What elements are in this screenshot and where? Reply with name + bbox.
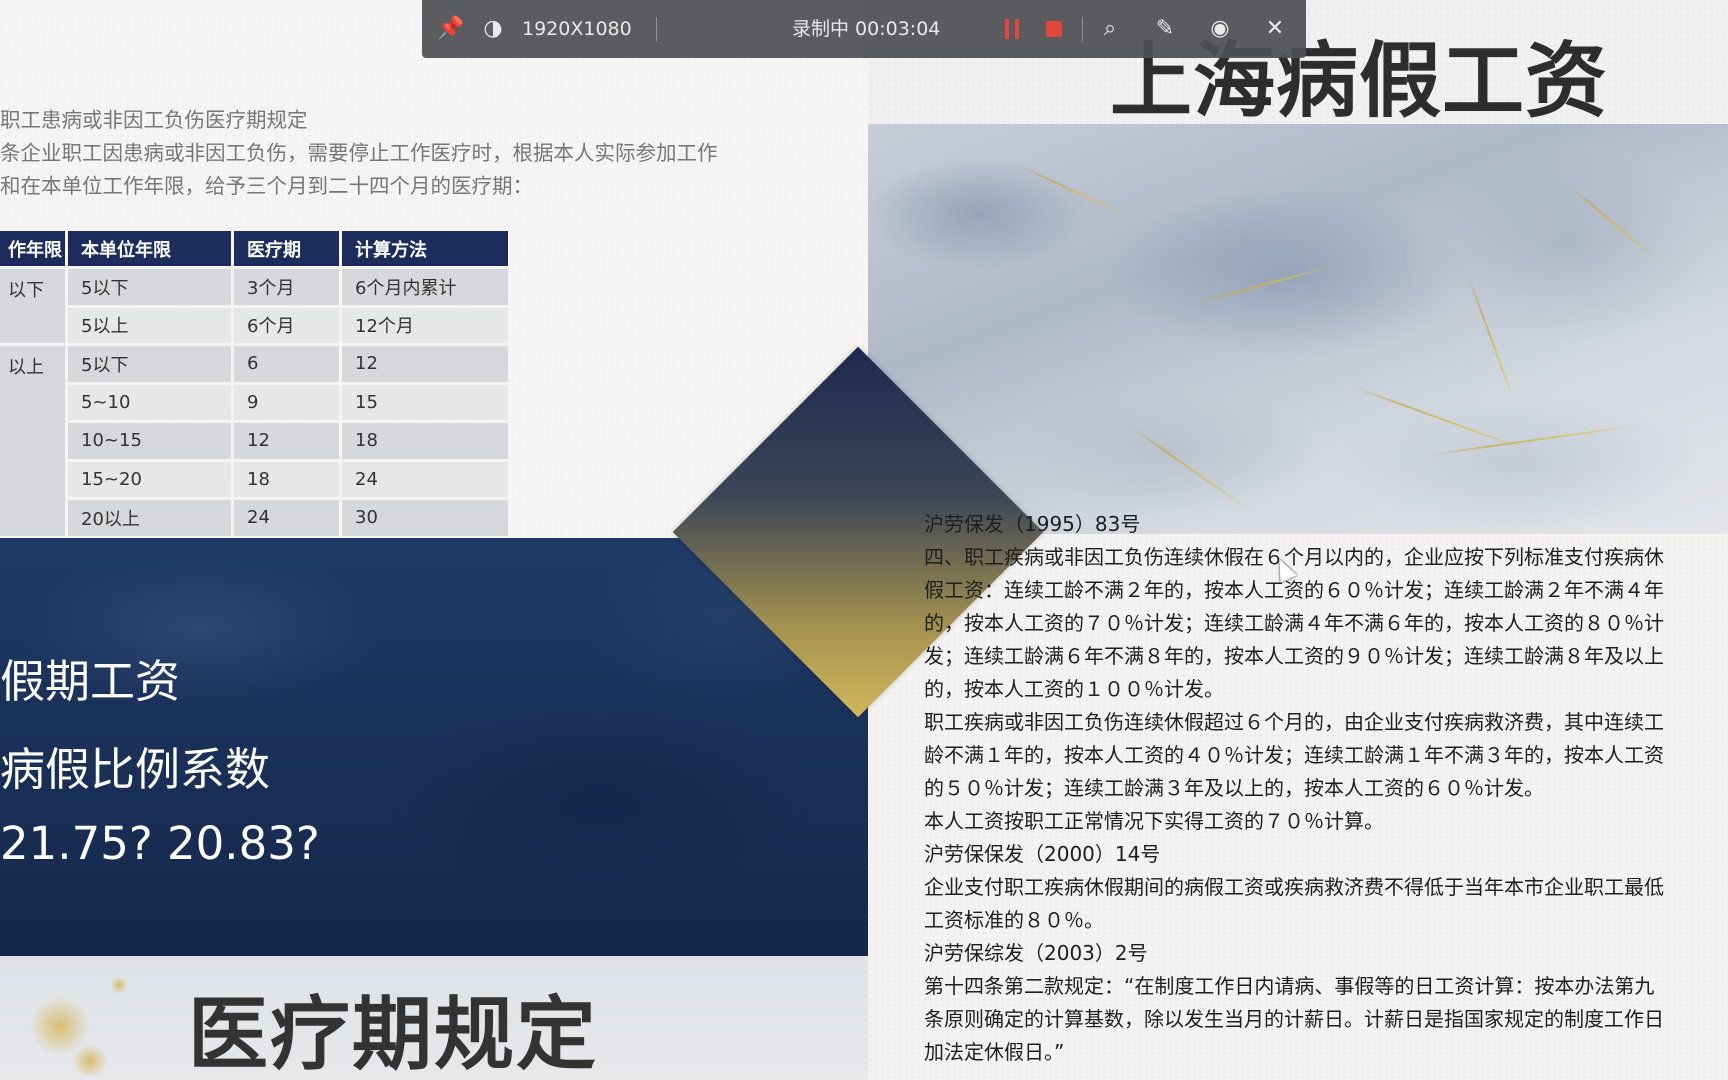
table-header-row: 作年限 本单位年限 医疗期 计算方法: [0, 231, 508, 266]
paragraph-line: 条企业职工因患病或非因工负伤，需要停止工作医疗时，根据本人实际参加工作: [0, 141, 718, 165]
table-row: 以下 5以下 3个月 6个月内累计: [0, 269, 508, 343]
regulation-text: 沪劳保发（1995）83号 四、职工疾病或非因工负伤连续休假在６个月以内的，企业…: [924, 508, 1728, 1070]
table-row: 20以上 24 30: [0, 500, 508, 536]
table-cell: 6个月: [234, 307, 339, 343]
table-cell: 18: [234, 461, 339, 497]
day-divisor-label: 21.75? 20.83?: [0, 817, 320, 870]
table-cell: 9: [234, 384, 339, 420]
regulation-line: 发；连续工龄满６年不满８年的，按本人工资的９０％计发；连续工龄满８年及以上: [924, 644, 1664, 668]
resolution-label[interactable]: 1920X1080: [522, 0, 632, 58]
table-cell: 12: [342, 346, 508, 382]
recording-status: 录制中 00:03:04: [792, 18, 941, 40]
table-row: 5以上 6个月 12个月: [0, 307, 508, 343]
pause-icon[interactable]: [1005, 19, 1019, 39]
table-cell: 15: [342, 384, 508, 420]
regulation-line: 假工资：连续工龄不满２年的，按本人工资的６０％计发；连续工龄满２年不满４年: [924, 578, 1664, 602]
table-cell: 12: [234, 423, 339, 459]
regulation-line: 的，按本人工资的７０％计发；连续工龄满４年不满６年的，按本人工资的８０％计: [924, 611, 1664, 635]
medical-period-title: 医疗期规定: [188, 988, 598, 1080]
regulation-line: 沪劳保发（1995）83号: [924, 512, 1141, 536]
regulation-line: 条原则确定的计算基数，除以发生当月的计薪日。计薪日是指国家规定的制度工作日: [924, 1007, 1664, 1031]
table-header-cell: 计算方法: [342, 231, 508, 266]
magnifier-icon[interactable]: ⌕: [1097, 0, 1123, 58]
table-header-cell: 作年限: [0, 231, 65, 266]
sick-leave-ratio-label: 病假比例系数: [0, 743, 271, 796]
camera-icon[interactable]: ◉: [1207, 0, 1233, 58]
contrast-icon[interactable]: ◑: [480, 0, 506, 58]
medical-period-heading: 职工患病或非因工负伤医疗期规定: [0, 108, 308, 132]
table-cell: 以上: [0, 346, 65, 536]
regulation-line: 的５０％计发；连续工龄满３年及以上的，按本人工资的６０％计发。: [924, 776, 1544, 800]
table-cell: 20以上: [68, 500, 231, 536]
regulation-line: 沪劳保保发（2000）14号: [924, 842, 1161, 866]
pin-icon[interactable]: 📌: [437, 0, 464, 58]
table-row: 15~20 18 24: [0, 461, 508, 497]
table-cell: 12个月: [342, 307, 508, 343]
regulation-line: 沪劳保综发（2003）2号: [924, 941, 1148, 965]
pen-icon[interactable]: ✎: [1152, 0, 1178, 58]
table-cell: 24: [234, 500, 339, 536]
regulation-line: 职工疾病或非因工负伤连续休假超过６个月的，由企业支付疾病救济费，其中连续工: [924, 710, 1664, 734]
regulation-line: 本人工资按职工正常情况下实得工资的７０％计算。: [924, 809, 1384, 833]
close-icon[interactable]: ✕: [1262, 0, 1288, 58]
table-cell: 5以下: [68, 346, 231, 382]
table-cell: 6个月内累计: [342, 269, 508, 305]
regulation-line: 工资标准的８０％。: [924, 908, 1104, 932]
table-header-cell: 本单位年限: [68, 231, 231, 266]
toolbar-separator: [656, 17, 657, 41]
table-cell: 5以下: [68, 269, 231, 305]
stop-icon[interactable]: [1046, 21, 1062, 37]
table-cell: 15~20: [68, 461, 231, 497]
table-cell: 18: [342, 423, 508, 459]
table-cell: 10~15: [68, 423, 231, 459]
regulation-line: 龄不满１年的，按本人工资的４０％计发；连续工龄满１年不满３年的，按本人工资: [924, 743, 1664, 767]
table-cell: 24: [342, 461, 508, 497]
table-cell: 5~10: [68, 384, 231, 420]
table-cell: 30: [342, 500, 508, 536]
regulation-line: 第十四条第二款规定：“在制度工作日内请病、事假等的日工资计算：按本办法第九: [924, 974, 1655, 998]
table-cell: 5以上: [68, 307, 231, 343]
regulation-line: 的，按本人工资的１００％计发。: [924, 677, 1224, 701]
table-cell: 6: [234, 346, 339, 382]
regulation-line: 四、职工疾病或非因工负伤连续休假在６个月以内的，企业应按下列标准支付疾病休: [924, 545, 1664, 569]
medical-period-table: 作年限 本单位年限 医疗期 计算方法 以下 5以下 3个月 6个月内累计 5以上…: [0, 228, 511, 539]
screen-recorder-toolbar: 📌 ◑ 1920X1080 录制中 00:03:04 ⌕ ✎ ◉ ✕: [422, 0, 1306, 58]
regulation-line: 加法定休假日。”: [924, 1040, 1065, 1064]
medical-period-paragraph: 条企业职工因患病或非因工负伤，需要停止工作医疗时，根据本人实际参加工作 和在本单…: [0, 137, 800, 203]
paragraph-line: 和在本单位工作年限，给予三个月到二十四个月的医疗期：: [0, 174, 533, 198]
marble-image: [868, 124, 1728, 534]
table-cell: 3个月: [234, 269, 339, 305]
holiday-wage-label: 假期工资: [0, 655, 181, 708]
table-row: 5~10 9 15: [0, 384, 508, 420]
toolbar-separator: [1082, 17, 1083, 41]
table-cell: 以下: [0, 269, 65, 343]
table-header-cell: 医疗期: [234, 231, 339, 266]
regulation-line: 企业支付职工疾病休假期间的病假工资或疾病救济费不得低于当年本市企业职工最低: [924, 875, 1664, 899]
table-row: 以上 5以下 6 12: [0, 346, 508, 536]
table-row: 10~15 12 18: [0, 423, 508, 459]
